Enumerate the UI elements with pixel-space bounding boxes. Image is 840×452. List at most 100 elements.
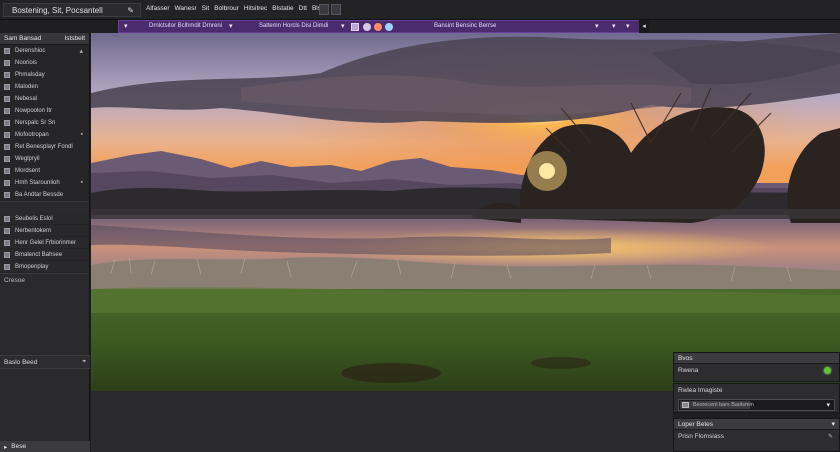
options-mid-text: Saltemn Horcls Disi Dimdi	[259, 23, 329, 29]
adjustment-panel: Rwlea Imagiste Besrecenl bars Baolsmin ▾	[673, 383, 840, 413]
menu-bar: Alfasser Wanesr Sit Bolbrour Hitsitrec B…	[146, 5, 321, 12]
status-indicator-icon	[824, 367, 831, 374]
color-dot-icon[interactable]	[363, 23, 371, 31]
toolbar-settings-button[interactable]	[331, 4, 341, 15]
list-item[interactable]: Seubelis Eslol	[0, 213, 89, 225]
layer-icon	[4, 191, 10, 198]
layer-icon	[4, 131, 10, 138]
chevron-down-icon[interactable]: ▾	[612, 22, 616, 30]
divider	[0, 201, 89, 213]
layer-icon	[4, 251, 10, 258]
layer-icon	[4, 179, 10, 186]
chevron-down-icon[interactable]: ▾	[229, 22, 233, 30]
menu-item[interactable]: Blstatie	[272, 5, 293, 12]
list-item[interactable]: Bmalenct Bahsee	[0, 249, 89, 261]
panel-subheader[interactable]: Baslo Beed ⌖	[0, 355, 90, 369]
panel-title: Bvos	[674, 353, 839, 364]
list-item[interactable]: Weglpryil	[0, 153, 89, 165]
list-item[interactable]: Henr Gelel Frbiorinmer	[0, 237, 89, 249]
list-item-label: Mofootropan	[15, 131, 49, 138]
layer-icon	[4, 215, 10, 222]
chevron-down-icon[interactable]: ▾	[595, 22, 599, 30]
list-item[interactable]: Nooriois	[0, 57, 89, 69]
list-item[interactable]: Derenshioc ▴	[0, 45, 89, 57]
top-toolbar: Bostening, Sit, Pocsantell ✎ Alfasser Wa…	[0, 0, 840, 20]
option-row[interactable]: Prisn Flomsiass ✎	[674, 430, 839, 443]
list-item-label: Nooriois	[15, 59, 38, 66]
color-dot-icon[interactable]	[374, 23, 382, 31]
list-item[interactable]: Phmalsday	[0, 69, 89, 81]
pin-icon[interactable]: ⌖	[82, 358, 86, 366]
edit-icon[interactable]: ✎	[828, 433, 833, 440]
panel-subheader-label: Baslo Beed	[4, 358, 38, 366]
layer-icon	[4, 107, 10, 114]
options-left-text: Drnlctsitor Bclhmdit Drnreni	[149, 23, 223, 29]
color-dot-icon[interactable]	[385, 23, 393, 31]
panel-title: Loper Betes	[678, 420, 714, 428]
slider-label: Besrecenl bars Baolsmin	[693, 402, 754, 408]
slider-handle[interactable]	[682, 402, 689, 408]
chevron-down-icon[interactable]: ▾	[124, 22, 128, 30]
panel-header[interactable]: Loper Betes ▾	[674, 419, 839, 430]
list-item[interactable]: Ba Andtar Bessde	[0, 189, 89, 201]
layer-icon	[4, 95, 10, 102]
arrow-left-icon[interactable]: ◂	[639, 20, 649, 33]
layer-icon	[4, 143, 10, 150]
layer-icon	[4, 47, 10, 54]
chevron-down-icon[interactable]: ▾	[626, 22, 630, 30]
list-item[interactable]: Ret Benesplayr Fondl	[0, 141, 89, 153]
panel-header-right[interactable]: Istsbelt	[64, 35, 85, 42]
menu-item[interactable]: Dtt	[299, 5, 307, 12]
list-item[interactable]: Nerspalc Sr Sn	[0, 117, 89, 129]
list-item[interactable]: Nebesal	[0, 93, 89, 105]
adjustment-slider[interactable]: Besrecenl bars Baolsmin ▾	[678, 399, 835, 411]
list-item-label: Phmalsday	[15, 71, 45, 78]
list-item[interactable]: Nowpoolon Itr	[0, 105, 89, 117]
section-label[interactable]: Cresoe	[0, 273, 89, 287]
menu-item[interactable]: Wanesr	[174, 5, 196, 12]
lock-icon: ▪	[80, 179, 83, 186]
list-item[interactable]: Bmopenplay	[0, 261, 89, 273]
menu-item[interactable]: Hitsitrec	[244, 5, 267, 12]
list-item-label: Nebesal	[15, 95, 38, 102]
layers-options-panel: Loper Betes ▾ Prisn Flomsiass ✎	[673, 418, 840, 452]
list-item-label: Mordsent	[15, 167, 41, 174]
arrow-icon: ▸	[4, 443, 8, 451]
pencil-icon[interactable]: ✎	[127, 6, 134, 15]
list-item-label: Henr Gelel Frbiorinmer	[15, 239, 77, 246]
list-item-label: Bmopenplay	[15, 263, 49, 270]
panel-title: Sam Bansad	[4, 35, 42, 42]
document-title-field[interactable]: Bostening, Sit, Pocsantell ✎	[3, 3, 141, 17]
landscape-photo	[91, 33, 840, 391]
list-item-label: Derenshioc	[15, 47, 46, 54]
chevron-down-icon[interactable]: ▾	[341, 22, 345, 30]
list-item-label: Nowpoolon Itr	[15, 107, 53, 114]
list-item[interactable]: Mofootropan ▪	[0, 129, 89, 141]
adjustment-label: Rwlea Imagiste	[678, 387, 723, 394]
panel-header: Sam Bansad Istsbelt	[0, 33, 89, 45]
list-item-label: Ba Andtar Bessde	[15, 191, 64, 198]
options-right-text: Bansint Bensinc Berrse	[434, 23, 497, 29]
footer-label: Bese	[11, 443, 27, 450]
list-item-label: Nerspalc Sr Sn	[15, 119, 56, 126]
chevron-down-icon[interactable]: ▾	[831, 420, 835, 428]
list-item[interactable]: Maloden	[0, 81, 89, 93]
status-row[interactable]: Rwena	[674, 364, 839, 377]
list-item[interactable]: Mordsent	[0, 165, 89, 177]
list-item[interactable]: Nerbentokern	[0, 225, 89, 237]
properties-panel: Bvos Rwena	[673, 352, 840, 382]
list-item[interactable]: Hmh Starounlioh ▪	[0, 177, 89, 189]
menu-item[interactable]: Sit	[202, 5, 210, 12]
swatch-icon[interactable]	[351, 23, 359, 31]
list-item-label: Hmh Starounlioh	[15, 179, 60, 186]
chevron-down-icon[interactable]: ▾	[826, 401, 830, 409]
list-item-label: Bmalenct Bahsee	[15, 251, 63, 258]
cursor-icon: ▴	[79, 48, 83, 55]
layer-icon	[4, 83, 10, 90]
toolbar-image-button[interactable]	[319, 4, 329, 15]
panel-footer[interactable]: ▸ Bese	[0, 441, 90, 452]
menu-item[interactable]: Bolbrour	[214, 5, 239, 12]
document-title: Bostening, Sit, Pocsantell	[12, 5, 103, 15]
image-canvas[interactable]	[91, 33, 840, 391]
menu-item[interactable]: Alfasser	[146, 5, 169, 12]
